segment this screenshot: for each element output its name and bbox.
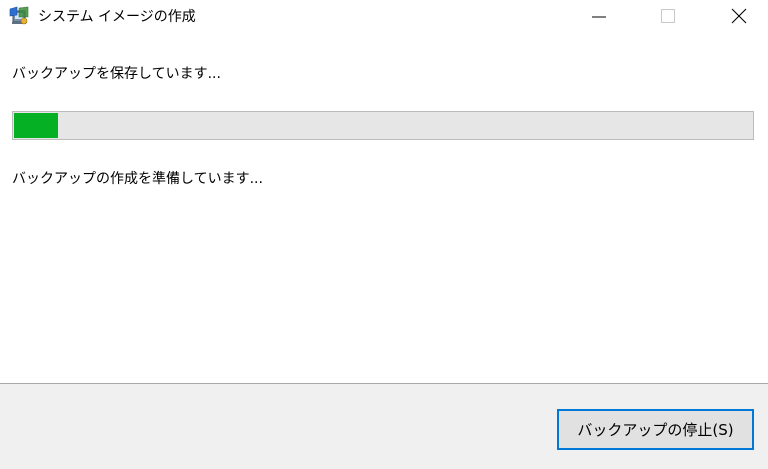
system-image-dialog: システム イメージの作成 バックアップを保存しています... バックアップの作成… xyxy=(0,0,768,469)
maximize-icon xyxy=(661,9,675,23)
stop-backup-button[interactable]: バックアップの停止(S) xyxy=(557,409,754,450)
system-image-backup-icon xyxy=(8,6,30,26)
maximize-button[interactable] xyxy=(644,0,690,32)
backup-status-text: バックアップを保存しています... xyxy=(12,66,221,82)
window-title: システム イメージの作成 xyxy=(38,9,196,25)
close-button[interactable] xyxy=(714,0,760,32)
minimize-button[interactable] xyxy=(576,0,622,32)
title-bar[interactable]: システム イメージの作成 xyxy=(0,0,768,34)
backup-progress-bar xyxy=(12,111,754,140)
backup-substatus-text: バックアップの作成を準備しています... xyxy=(12,171,263,187)
dialog-footer: バックアップの停止(S) xyxy=(0,383,768,469)
progress-fill xyxy=(14,113,58,138)
minimize-icon xyxy=(592,16,606,18)
close-icon xyxy=(731,8,747,24)
